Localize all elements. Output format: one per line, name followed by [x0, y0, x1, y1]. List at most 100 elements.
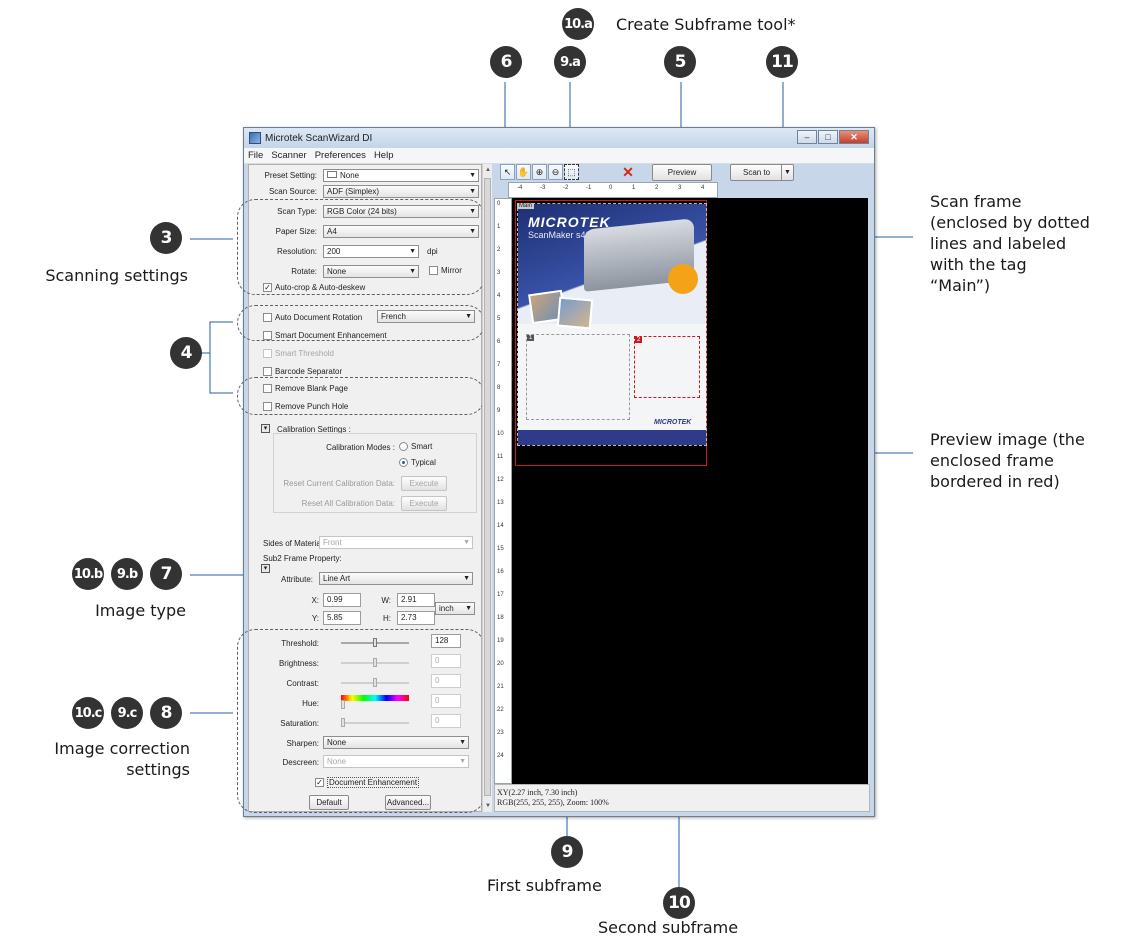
scrollbar-thumb[interactable] [484, 178, 491, 796]
cancel-icon[interactable]: ✕ [620, 164, 636, 180]
ruler-tick: -1 [586, 185, 592, 191]
reset-all-label: Reset All Calibration Data: [301, 499, 395, 508]
preview-canvas[interactable]: MICROTEK ScanMaker s400 1 2 MICROTEK Mai… [512, 198, 868, 784]
unit-dropdown[interactable]: inch ▼ [435, 602, 475, 615]
scan-to-button[interactable]: Scan to ▼ [730, 164, 794, 181]
unit-value: inch [439, 604, 454, 613]
scroll-up-icon[interactable]: ▲ [483, 164, 493, 176]
callout-badge-6: 6 [490, 46, 522, 78]
ruler-tick: 8 [497, 385, 501, 391]
sides-dropdown[interactable]: Front ▼ [319, 536, 473, 549]
scanning-settings-outline [237, 199, 485, 295]
preview-button[interactable]: Preview [652, 164, 712, 181]
ruler-tick: -3 [540, 185, 546, 191]
menu-help[interactable]: Help [374, 150, 394, 161]
preset-label: Preset Setting: [264, 171, 317, 180]
pointer-tool-icon[interactable]: ↖ [500, 164, 515, 180]
maximize-button[interactable]: □ [818, 130, 838, 144]
ruler-tick: 4 [497, 293, 501, 299]
app-icon [249, 132, 261, 144]
smart-threshold-checkbox[interactable]: Smart Threshold [263, 349, 334, 358]
callout-image-correction-line-1: Image correction [54, 739, 190, 758]
scan-frame[interactable]: Main [517, 203, 707, 446]
callout-scan-frame-line-3: lines and labeled [930, 234, 1067, 253]
scan-source-value: ADF (Simplex) [327, 187, 380, 196]
ruler-tick: -4 [517, 185, 523, 191]
ruler-tick: 16 [497, 569, 504, 575]
ruler-tick: 9 [497, 408, 501, 414]
callout-badge-9c: 9.c [111, 697, 143, 729]
radio-dot [399, 442, 408, 451]
ruler-tick: 17 [497, 592, 504, 598]
hand-tool-icon[interactable]: ✋ [516, 164, 531, 180]
settings-scrollbar[interactable]: ▲ ▼ [482, 164, 492, 812]
x-field[interactable]: 0.99 [323, 593, 361, 607]
mode-smart-radio[interactable]: Smart [399, 442, 432, 451]
top-ruler: -4 -3 -2 -1 0 1 2 3 4 [508, 182, 718, 198]
chevron-down-icon: ▼ [463, 575, 470, 582]
app-window: Microtek ScanWizard DI – □ ✕ File Scanne… [237, 127, 875, 817]
attribute-value: Line Art [323, 574, 351, 583]
w-label: W: [381, 596, 391, 605]
ruler-tick: 15 [497, 546, 504, 552]
settings-panel: Preset Setting: None ▼ Scan Source: ADF … [237, 164, 485, 813]
collapse-icon[interactable]: ▾ [261, 424, 270, 433]
y-label: Y: [311, 614, 319, 623]
scroll-down-icon[interactable]: ▼ [483, 800, 493, 812]
attribute-label: Attribute: [280, 575, 313, 584]
callout-badge-4: 4 [170, 337, 202, 369]
callout-badge-9: 9 [551, 836, 583, 868]
w-field[interactable]: 2.91 [397, 593, 435, 607]
close-button[interactable]: ✕ [839, 130, 869, 144]
window-controls: – □ ✕ [796, 130, 869, 144]
chevron-down-icon[interactable]: ▼ [781, 165, 793, 180]
image-correction-outline [237, 629, 485, 813]
calibration-modes-label: Calibration Modes : [326, 443, 395, 452]
folder-icon [327, 171, 337, 178]
barcode-separator-checkbox[interactable]: Barcode Separator [263, 367, 342, 376]
chevron-down-icon: ▼ [463, 539, 470, 546]
callout-preview-image-line-1: Preview image (the [930, 430, 1085, 449]
ruler-tick: 14 [497, 523, 504, 529]
ruler-tick: -2 [563, 185, 569, 191]
ruler-tick: 22 [497, 707, 504, 713]
status-bar: XY(2.27 inch, 7.30 inch) RGB(255, 255, 2… [494, 784, 870, 812]
callout-badge-10: 10 [663, 887, 695, 919]
sides-value: Front [323, 538, 342, 547]
zoom-in-icon[interactable]: ⊕ [532, 164, 547, 180]
scan-source-dropdown[interactable]: ADF (Simplex) ▼ [323, 185, 479, 198]
scan-to-label: Scan to [743, 168, 771, 177]
mode-smart-label: Smart [411, 442, 433, 451]
reset-current-label: Reset Current Calibration Data: [283, 479, 395, 488]
ruler-tick: 18 [497, 615, 504, 621]
barcode-separator-label: Barcode Separator [275, 367, 343, 376]
smart-threshold-label: Smart Threshold [275, 349, 334, 358]
execute-reset-current-button[interactable]: Execute [401, 476, 447, 491]
menu-preferences[interactable]: Preferences [315, 150, 366, 161]
menu-scanner[interactable]: Scanner [271, 150, 306, 161]
subframe-property-label: Sub2 Frame Property: [263, 554, 342, 563]
callout-badge-9b: 9.b [111, 558, 143, 590]
preset-dropdown[interactable]: None ▼ [323, 169, 479, 182]
ruler-tick: 3 [678, 185, 682, 191]
minimize-button[interactable]: – [797, 130, 817, 144]
callout-scanning-settings: Scanning settings [45, 266, 188, 285]
execute-reset-all-button[interactable]: Execute [401, 496, 447, 511]
callout-create-subframe: Create Subframe tool* [616, 15, 796, 34]
callout-scan-frame-line-5: “Main”) [930, 276, 991, 295]
mode-typical-label: Typical [411, 458, 436, 467]
h-field[interactable]: 2.73 [397, 611, 435, 625]
ruler-tick: 0 [497, 201, 501, 207]
collapse-icon[interactable]: ▾ [261, 564, 270, 573]
callout-preview-image-line-2: enclosed frame [930, 451, 1054, 470]
document-options-outline-1 [237, 305, 485, 341]
sides-label: Sides of Material: [263, 539, 325, 548]
zoom-out-icon[interactable]: ⊖ [548, 164, 563, 180]
callout-image-correction-line-2: settings [126, 760, 190, 779]
mode-typical-radio[interactable]: Typical [399, 458, 436, 467]
create-subframe-tool-icon[interactable]: ⬚ [564, 164, 579, 180]
attribute-dropdown[interactable]: Line Art ▼ [319, 572, 473, 585]
menu-file[interactable]: File [248, 150, 263, 161]
y-field[interactable]: 5.85 [323, 611, 361, 625]
ruler-tick: 0 [609, 185, 613, 191]
